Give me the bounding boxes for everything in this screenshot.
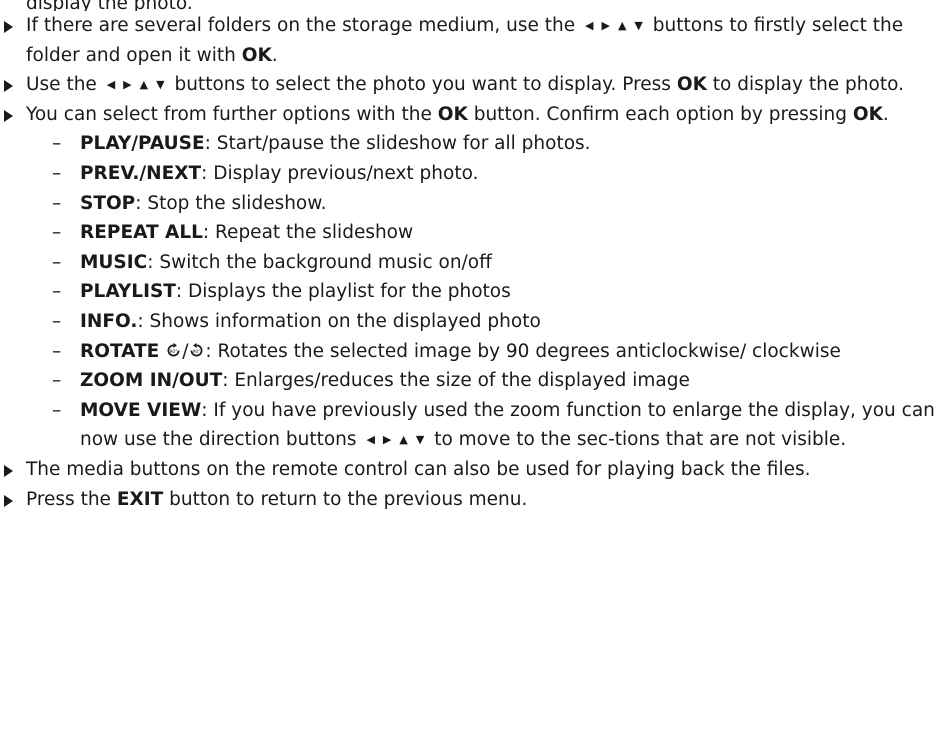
- left-arrow-icon: ◀: [366, 433, 375, 447]
- rotate-clockwise-icon: 90°: [190, 342, 203, 356]
- option-item: – PREV./NEXT: Display previous/next phot…: [26, 159, 938, 189]
- right-arrow-icon: ▶: [382, 433, 392, 447]
- direction-arrows: ◀ ▶ ▲ ▼: [362, 425, 428, 455]
- options-list: – PLAY/PAUSE: Start/pause the slideshow …: [26, 129, 938, 455]
- manual-page: display the photo. If there are several …: [0, 0, 938, 745]
- option-item: – STOP: Stop the slideshow.: [26, 189, 938, 219]
- up-arrow-icon: ▲: [139, 78, 149, 92]
- dash-marker: –: [52, 162, 62, 184]
- option-item: – MOVE VIEW: If you have previously used…: [26, 396, 938, 455]
- svg-text:90°: 90°: [170, 349, 178, 355]
- dash-marker: –: [52, 133, 62, 155]
- left-arrow-icon: ◀: [585, 19, 594, 32]
- bullet-triangle-icon: [4, 80, 13, 93]
- list-item: The media buttons on the remote control …: [0, 455, 938, 485]
- dash-marker: –: [52, 310, 62, 332]
- dash-marker: –: [52, 281, 62, 303]
- down-arrow-icon: ▼: [634, 19, 643, 32]
- dash-marker: –: [52, 222, 62, 244]
- dash-marker: –: [52, 251, 62, 273]
- dash-marker: –: [52, 399, 62, 421]
- instruction-list: If there are several folders on the stor…: [0, 11, 938, 514]
- bullet-triangle-icon: [4, 21, 13, 33]
- bullet-triangle-icon: [4, 109, 13, 122]
- list-item: If there are several folders on the stor…: [0, 11, 938, 70]
- option-item: – REPEAT ALL: Repeat the slideshow: [26, 218, 938, 248]
- down-arrow-icon: ▼: [415, 433, 425, 447]
- option-item: – PLAYLIST: Displays the playlist for th…: [26, 277, 938, 307]
- direction-arrows: ◀ ▶ ▲ ▼: [581, 11, 647, 41]
- option-item: – ZOOM IN/OUT: Enlarges/reduces the size…: [26, 366, 938, 396]
- option-item: – ROTATE 90° / 90° : Rotates the selecte…: [26, 337, 938, 367]
- dash-marker: –: [52, 340, 62, 362]
- cropped-line: display the photo.: [26, 0, 193, 11]
- up-arrow-icon: ▲: [399, 433, 408, 447]
- option-item: – INFO.: Shows information on the displa…: [26, 307, 938, 337]
- dash-marker: –: [52, 370, 62, 392]
- left-arrow-icon: ◀: [106, 78, 116, 92]
- right-arrow-icon: ▶: [123, 78, 132, 92]
- option-item: – PLAY/PAUSE: Start/pause the slideshow …: [26, 129, 938, 159]
- list-item: Press the EXIT button to return to the p…: [0, 485, 938, 515]
- right-arrow-icon: ▶: [601, 19, 610, 32]
- option-item: – MUSIC: Switch the background music on/…: [26, 248, 938, 278]
- list-item: Use the ◀ ▶ ▲ ▼ buttons to select the photo…: [0, 70, 938, 100]
- rotate-anticlockwise-icon: 90°: [167, 342, 180, 356]
- down-arrow-icon: ▼: [156, 78, 165, 92]
- svg-text:90°: 90°: [193, 349, 201, 355]
- dash-marker: –: [52, 192, 62, 214]
- bullet-triangle-icon: [4, 494, 13, 507]
- direction-arrows: ◀ ▶ ▲ ▼: [103, 70, 169, 100]
- bullet-triangle-icon: [4, 464, 13, 477]
- up-arrow-icon: ▲: [617, 19, 627, 32]
- list-item: You can select from further options with…: [0, 100, 938, 455]
